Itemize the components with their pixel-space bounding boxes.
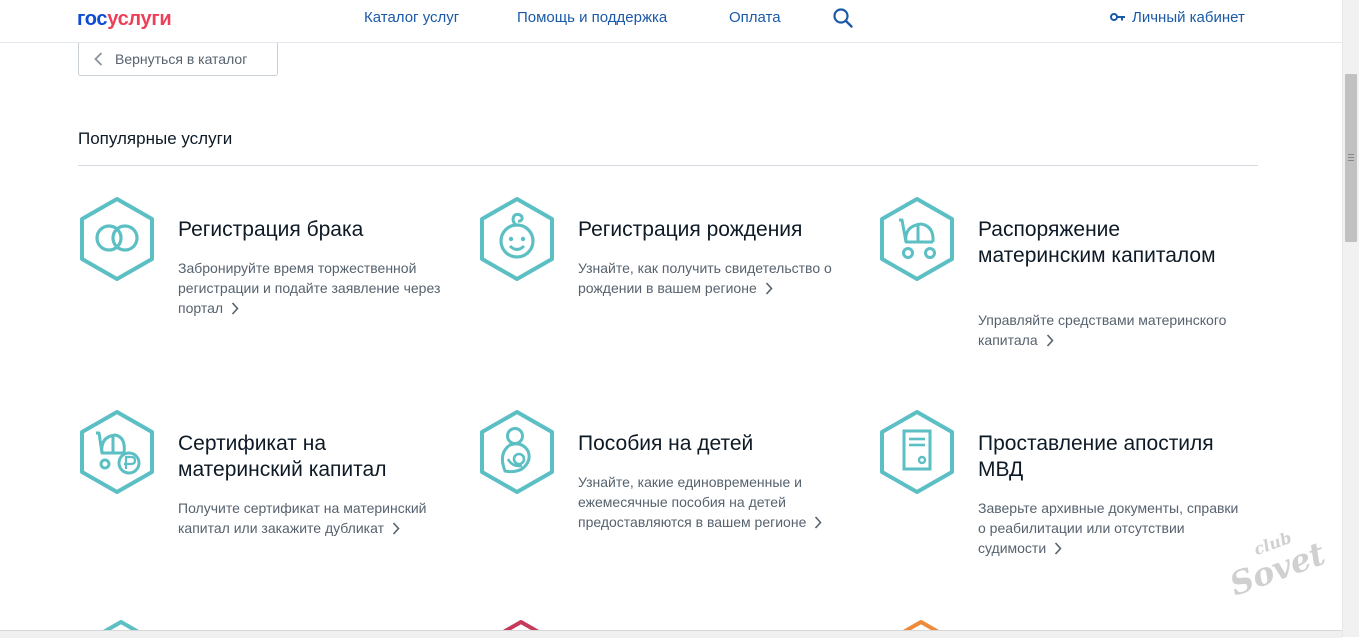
section-divider xyxy=(78,165,1258,166)
stroller-ruble-icon xyxy=(80,410,154,494)
card-title[interactable]: Сертификат на материнский капитал xyxy=(178,431,448,483)
logo-part-uslugi: услуги xyxy=(107,8,172,30)
card-title[interactable]: Пособия на детей xyxy=(578,431,848,457)
chevron-right-icon xyxy=(1046,334,1054,347)
chevron-right-icon xyxy=(1055,542,1062,555)
chevron-right-icon xyxy=(815,516,822,529)
card-desc[interactable]: Узнайте, какие единовременные и ежемесяч… xyxy=(578,472,843,532)
document-icon xyxy=(880,410,954,494)
search-icon[interactable] xyxy=(832,7,854,29)
logo-part-gos: гос xyxy=(77,8,108,30)
card-title[interactable]: Регистрация брака xyxy=(178,217,448,243)
card-desc[interactable]: Узнайте, как получить свидетельство о ро… xyxy=(578,258,843,298)
scrollbar-thumb[interactable] xyxy=(1345,74,1357,242)
vertical-scrollbar[interactable] xyxy=(1342,0,1359,637)
gosuslugi-logo[interactable]: госуслуги xyxy=(77,8,172,30)
card-title[interactable]: Регистрация рождения xyxy=(578,217,848,243)
rings-icon xyxy=(80,197,154,281)
scrollbar-grip xyxy=(1348,154,1354,163)
nav-help[interactable]: Помощь и поддержка xyxy=(517,9,667,27)
key-icon xyxy=(1110,9,1126,27)
back-button-label: Вернуться в каталог xyxy=(115,51,248,67)
chevron-right-icon xyxy=(231,302,239,315)
baby-icon xyxy=(480,197,554,281)
stroller-icon xyxy=(880,197,954,281)
card-desc[interactable]: Управляйте средствами материнского капит… xyxy=(978,310,1243,350)
card-desc[interactable]: Забронируйте время торжественной регистр… xyxy=(178,258,443,318)
chevron-right-icon xyxy=(765,282,773,295)
nav-payment[interactable]: Оплата xyxy=(729,9,781,27)
top-header: госуслуги Каталог услуг Помощь и поддерж… xyxy=(0,0,1342,43)
chevron-left-icon xyxy=(94,52,103,66)
section-title: Популярные услуги xyxy=(78,129,233,148)
card-desc[interactable]: Получите сертификат на материнский капит… xyxy=(178,498,443,538)
card-desc[interactable]: Заверьте архивные документы, справки о р… xyxy=(978,498,1243,558)
chevron-right-icon xyxy=(392,522,400,535)
card-title[interactable]: Распоряжение материнским капиталом xyxy=(978,217,1248,269)
back-to-catalog-button[interactable]: Вернуться в каталог xyxy=(78,43,278,76)
card-title[interactable]: Проставление апостиля МВД xyxy=(978,431,1248,483)
account-label: Личный кабинет xyxy=(1132,9,1245,26)
personal-account-link[interactable]: Личный кабинет xyxy=(1110,9,1245,27)
mother-child-icon xyxy=(480,410,554,494)
nav-catalog[interactable]: Каталог услуг xyxy=(364,9,459,27)
